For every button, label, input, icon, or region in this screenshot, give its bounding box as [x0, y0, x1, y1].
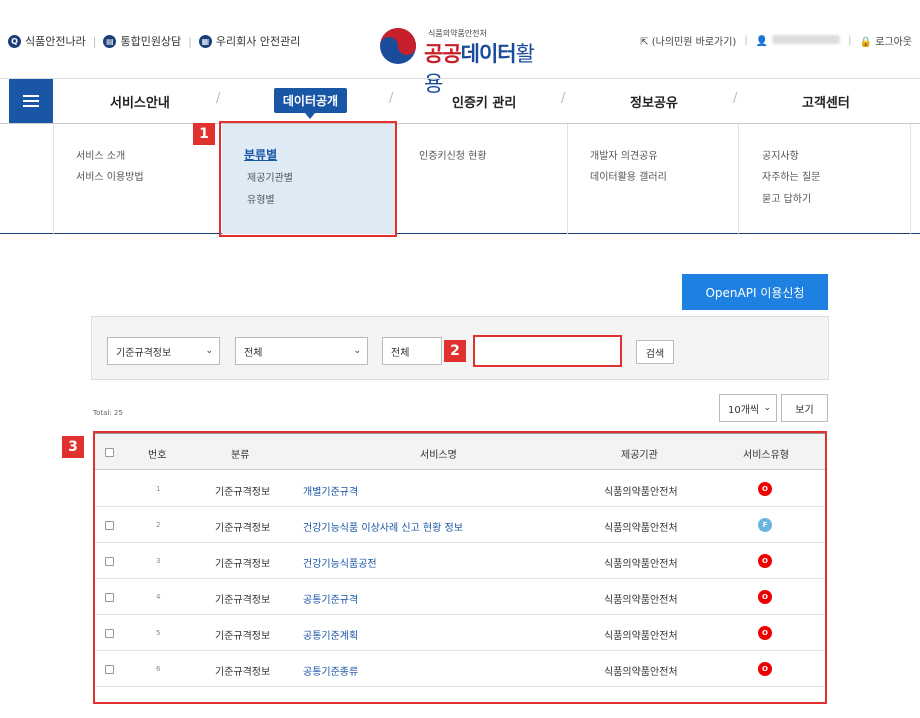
utility-links: Q 식품안전나라 | ▤ 통합민원상담 | ▦ 우리회사 안전관리: [8, 33, 300, 49]
logout-link[interactable]: 🔒 로그아웃: [860, 33, 912, 48]
category-select[interactable]: 기준규격정보 ⌄: [107, 337, 220, 365]
divider: [910, 124, 911, 234]
nav-info-share[interactable]: 정보공유: [630, 92, 678, 111]
nav-customer-center[interactable]: 고객센터: [802, 92, 850, 111]
nav-data-open[interactable]: 데이터공개: [274, 88, 347, 119]
nav-separator: /: [561, 91, 566, 106]
nav-service-info[interactable]: 서비스안내: [110, 92, 170, 111]
utility-link-company[interactable]: ▦ 우리회사 안전관리: [198, 33, 300, 49]
divider: [738, 124, 739, 234]
hamburger-menu-button[interactable]: [9, 79, 53, 123]
chevron-down-icon: ⌄: [763, 403, 771, 413]
utility-link-consult[interactable]: ▤ 통합민원상담: [103, 33, 181, 49]
search-button[interactable]: 검색: [636, 340, 674, 364]
utility-link-food-safety[interactable]: Q 식품안전나라: [8, 33, 86, 49]
nav-separator: /: [733, 91, 738, 106]
menu-key-status[interactable]: 인증키신청 현황: [419, 147, 487, 162]
annotation-box-3: [93, 431, 827, 704]
nav-separator: /: [389, 91, 394, 106]
openapi-apply-button[interactable]: OpenAPI 이용신청: [682, 274, 828, 310]
divider: [567, 124, 568, 234]
logo-title: 공공데이터활용: [424, 42, 535, 96]
divider: |: [188, 34, 192, 48]
annotation-label-1: 1: [193, 123, 215, 145]
chevron-down-icon: ⌄: [353, 346, 361, 356]
document-icon: ▤: [103, 34, 117, 48]
menu-service-usage[interactable]: 서비스 이용방법: [76, 168, 144, 183]
subcategory-select[interactable]: 전체 ⌄: [235, 337, 368, 365]
building-icon: ▦: [198, 34, 212, 48]
view-button[interactable]: 보기: [781, 394, 828, 422]
my-page-link[interactable]: ⇱ (나의민원 바로가기): [640, 33, 736, 48]
menu-qna[interactable]: 묻고 답하기: [762, 190, 811, 205]
menu-faq[interactable]: 자주하는 질문: [762, 168, 820, 183]
annotation-label-3: 3: [62, 436, 84, 458]
user-utility: ⇱ (나의민원 바로가기) | 👤 | 🔒 로그아웃: [640, 33, 912, 48]
annotation-label-2: 2: [444, 340, 466, 362]
divider: [0, 78, 920, 79]
site-logo[interactable]: 식품의약품안전처 공공데이터활용: [376, 24, 551, 96]
search-icon: Q: [8, 34, 21, 48]
total-count: Total: 25: [93, 409, 123, 417]
annotation-box-1: [219, 121, 397, 237]
user-name: 👤: [756, 34, 841, 47]
menu-gallery[interactable]: 데이터활용 갤러리: [590, 168, 667, 183]
chevron-down-icon: ⌄: [205, 346, 213, 356]
menu-dev-opinion[interactable]: 개발자 의견공유: [590, 147, 658, 162]
divider: [53, 124, 54, 234]
search-field-select[interactable]: 전체: [382, 337, 442, 365]
taegeuk-logo-icon: [380, 28, 416, 64]
nav-separator: /: [216, 91, 221, 106]
menu-service-intro[interactable]: 서비스 소개: [76, 147, 125, 162]
hamburger-icon: [23, 95, 39, 107]
menu-notice[interactable]: 공지사항: [762, 147, 799, 162]
nav-auth-key[interactable]: 인증키 관리: [452, 92, 516, 111]
annotation-box-2: [473, 335, 622, 367]
divider: |: [92, 34, 97, 48]
per-page-select[interactable]: 10개씩 ⌄: [719, 394, 777, 422]
